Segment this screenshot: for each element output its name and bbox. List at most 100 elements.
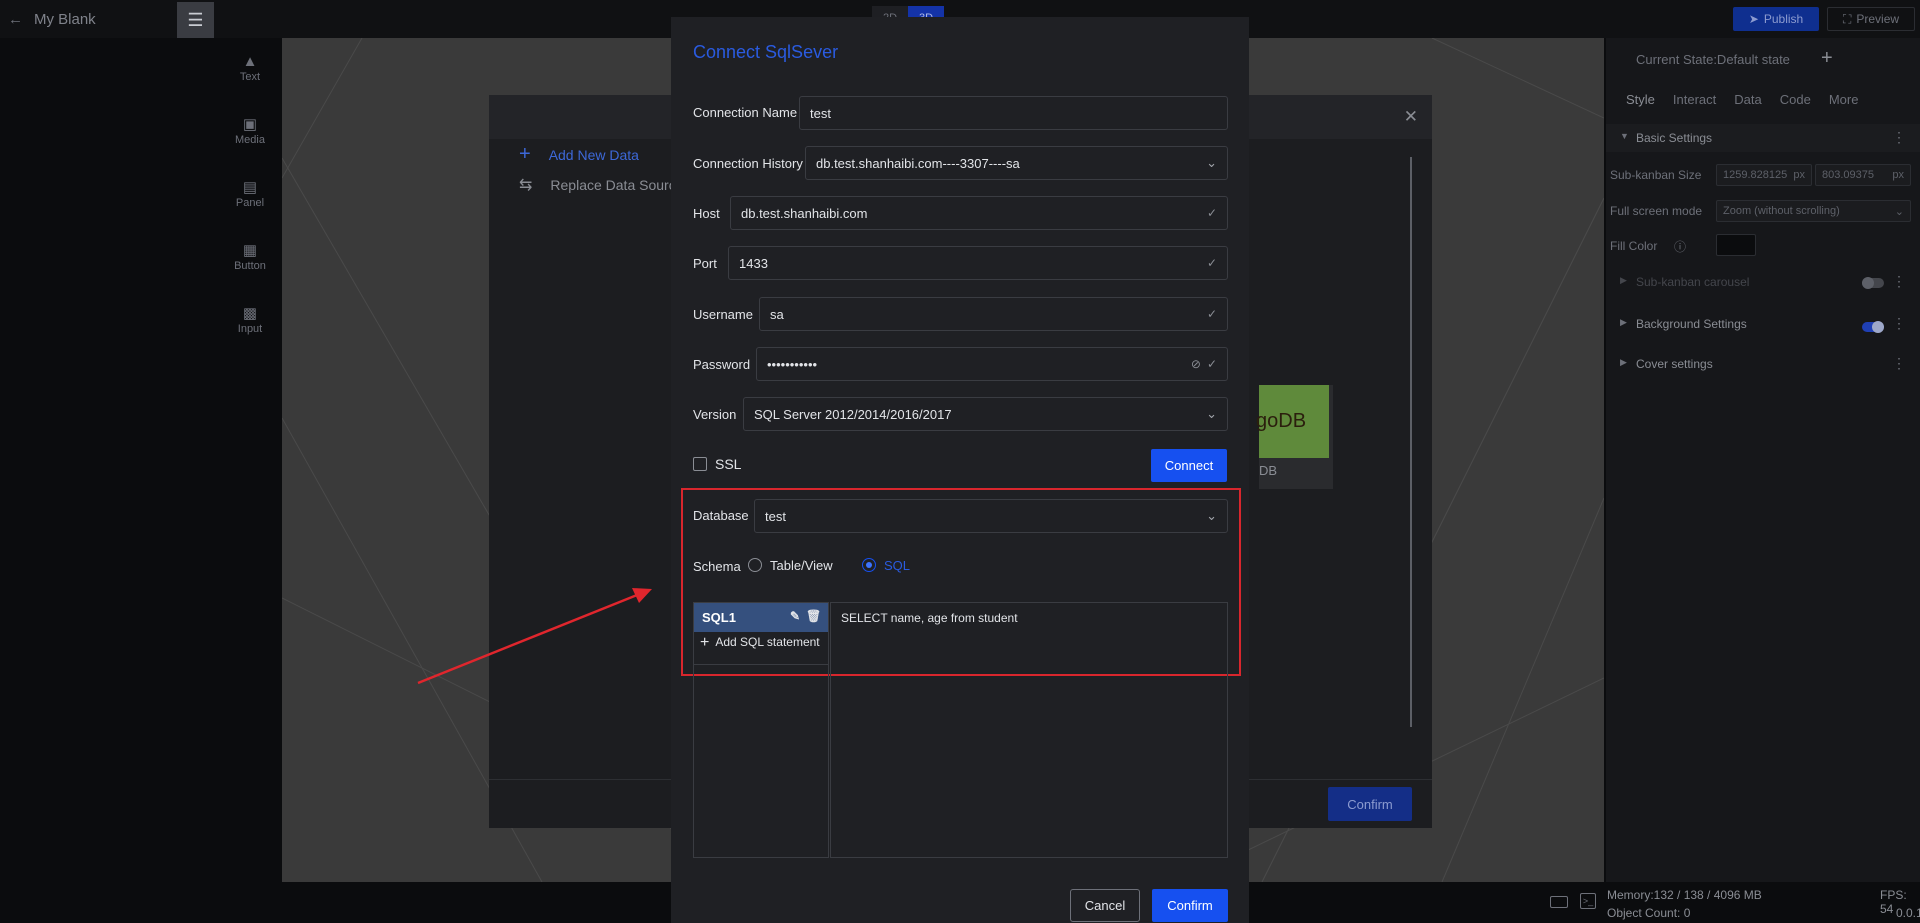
carousel-toggle[interactable] <box>1862 277 1884 289</box>
fullscreen-mode-select[interactable]: Zoom (without scrolling) ⌄ <box>1716 200 1911 222</box>
replace-data-source-button[interactable]: ⇆ Replace Data Source <box>519 175 683 195</box>
schema-option-table-view: Table/View <box>770 558 833 573</box>
sql-list-item[interactable]: SQL1 ✎ 🗑 <box>694 603 828 632</box>
text-icon: ▲ <box>242 53 258 70</box>
more-icon[interactable]: ⋮ <box>1892 355 1906 372</box>
version-readout: 0.0.1 <box>1896 906 1920 920</box>
connection-name-label: Connection Name <box>693 105 798 120</box>
keyboard-icon[interactable] <box>1550 896 1568 908</box>
username-input[interactable]: sa ✓ <box>759 297 1228 331</box>
current-state-label: Current State:Default state <box>1636 52 1790 67</box>
divider <box>694 664 828 665</box>
plus-icon: + <box>519 143 531 165</box>
add-state-icon[interactable]: + <box>1821 47 1833 70</box>
sql-text: SELECT name, age from student <box>841 611 1018 625</box>
data-dialog-confirm-button[interactable]: Confirm <box>1328 787 1412 821</box>
tool-label: Button <box>234 260 266 272</box>
preview-button[interactable]: ⛶ Preview <box>1827 7 1915 31</box>
connection-history-select[interactable]: db.test.shanhaibi.com----3307----sa ⌄ <box>805 146 1228 180</box>
tab-style[interactable]: Style <box>1626 92 1655 107</box>
sql-editor[interactable]: SELECT name, age from student <box>830 602 1228 858</box>
caret-right-icon: ▶ <box>1620 357 1627 367</box>
mongodb-logo: goDB <box>1256 385 1329 458</box>
connection-history-label: Connection History <box>693 156 803 171</box>
button-icon: ▦ <box>242 242 258 259</box>
tool-input[interactable]: ▩ Input <box>220 306 280 335</box>
tool-text[interactable]: ▲ Text <box>220 54 280 83</box>
host-label: Host <box>693 206 720 221</box>
caret-down-icon: ▼ <box>1620 131 1629 141</box>
tool-button[interactable]: ▦ Button <box>220 243 280 272</box>
check-circle-icon: ✓ <box>1206 206 1217 220</box>
connection-name-input[interactable]: test <box>799 96 1228 130</box>
host-input[interactable]: db.test.shanhaibi.com ✓ <box>730 196 1228 230</box>
media-icon: ▣ <box>242 116 258 133</box>
port-input[interactable]: 1433 ✓ <box>728 246 1228 280</box>
width-input[interactable]: 1259.828125 px <box>1716 164 1812 186</box>
schema-option-sql: SQL <box>884 558 911 573</box>
check-circle-icon: ✓ <box>1206 307 1217 321</box>
database-select[interactable]: test ⌄ <box>754 499 1228 533</box>
close-icon[interactable]: ✕ <box>1404 107 1418 127</box>
eye-off-icon[interactable]: ⊘ <box>1191 357 1201 371</box>
properties-panel: Current State:Default state + Style Inte… <box>1606 38 1920 882</box>
tab-data[interactable]: Data <box>1734 92 1761 107</box>
version-select[interactable]: SQL Server 2012/2014/2016/2017 ⌄ <box>743 397 1228 431</box>
more-icon[interactable]: ⋮ <box>1892 315 1906 332</box>
hamburger-icon[interactable]: ☰ <box>177 2 214 38</box>
background-toggle[interactable] <box>1862 321 1884 333</box>
scrollbar[interactable] <box>1410 157 1412 727</box>
more-icon[interactable]: ⋮ <box>1892 129 1906 146</box>
mongodb-card[interactable]: goDB DB <box>1256 385 1333 489</box>
chevron-down-icon: ⌄ <box>1894 206 1904 218</box>
ssl-label: SSL <box>715 456 742 472</box>
schema-radio-sql[interactable] <box>862 558 876 572</box>
help-icon[interactable]: ⓘ <box>1674 238 1686 255</box>
panel-icon: ▤ <box>242 179 258 196</box>
left-toolbar: ▲ Text ▣ Media ▤ Panel ▦ Button ▩ Input <box>220 38 280 888</box>
trash-icon[interactable]: 🗑 <box>806 609 821 623</box>
fullscreen-mode-label: Full screen mode <box>1610 204 1703 218</box>
caret-right-icon: ▶ <box>1620 275 1627 285</box>
mongodb-label: DB <box>1259 463 1278 478</box>
tool-media[interactable]: ▣ Media <box>220 117 280 146</box>
chevron-down-icon: ⌄ <box>1206 155 1217 170</box>
add-new-data-button[interactable]: + Add New Data <box>519 143 639 166</box>
plus-icon: + <box>700 634 710 651</box>
tab-more[interactable]: More <box>1829 92 1859 107</box>
add-sql-label: Add SQL statement <box>715 635 820 649</box>
cancel-button[interactable]: Cancel <box>1070 889 1140 922</box>
add-new-data-label: Add New Data <box>548 146 639 163</box>
fill-color-swatch[interactable] <box>1716 234 1756 256</box>
preview-label: Preview <box>1856 12 1900 26</box>
database-label: Database <box>693 508 749 523</box>
password-label: Password <box>693 357 751 372</box>
swap-icon: ⇆ <box>519 177 533 194</box>
edit-icon[interactable]: ✎ <box>790 609 800 623</box>
password-input[interactable]: ••••••••••• ⊘ ✓ <box>756 347 1228 381</box>
tab-interact[interactable]: Interact <box>1673 92 1716 107</box>
basic-settings-header[interactable]: ▼ Basic Settings ⋮ <box>1606 124 1920 152</box>
back-arrow-icon[interactable]: ← <box>8 11 23 28</box>
tool-panel[interactable]: ▤ Panel <box>220 180 280 209</box>
tool-label: Input <box>237 323 263 335</box>
cover-settings-header[interactable]: ▶ Cover settings ⋮ <box>1606 350 1920 378</box>
add-sql-statement-button[interactable]: + Add SQL statement <box>700 634 826 651</box>
send-icon: ➤ <box>1748 12 1759 26</box>
tool-label: Panel <box>235 197 265 209</box>
terminal-icon[interactable]: >_ <box>1580 893 1596 909</box>
fullscreen-icon: ⛶ <box>1842 11 1852 26</box>
publish-button[interactable]: ➤ Publish <box>1733 7 1819 31</box>
tool-label: Text <box>239 71 261 83</box>
connect-button[interactable]: Connect <box>1151 449 1227 482</box>
confirm-button[interactable]: Confirm <box>1152 889 1228 922</box>
version-label: Version <box>693 407 737 422</box>
tab-code[interactable]: Code <box>1780 92 1811 107</box>
schema-radio-table-view[interactable] <box>748 558 762 572</box>
more-icon[interactable]: ⋮ <box>1892 273 1906 290</box>
height-input[interactable]: 803.09375 px <box>1815 164 1911 186</box>
ssl-checkbox[interactable] <box>693 457 707 471</box>
fill-color-label: Fill Color <box>1610 239 1658 253</box>
dialog-title: Connect SqlSever <box>693 42 839 62</box>
schema-label: Schema <box>693 559 741 574</box>
